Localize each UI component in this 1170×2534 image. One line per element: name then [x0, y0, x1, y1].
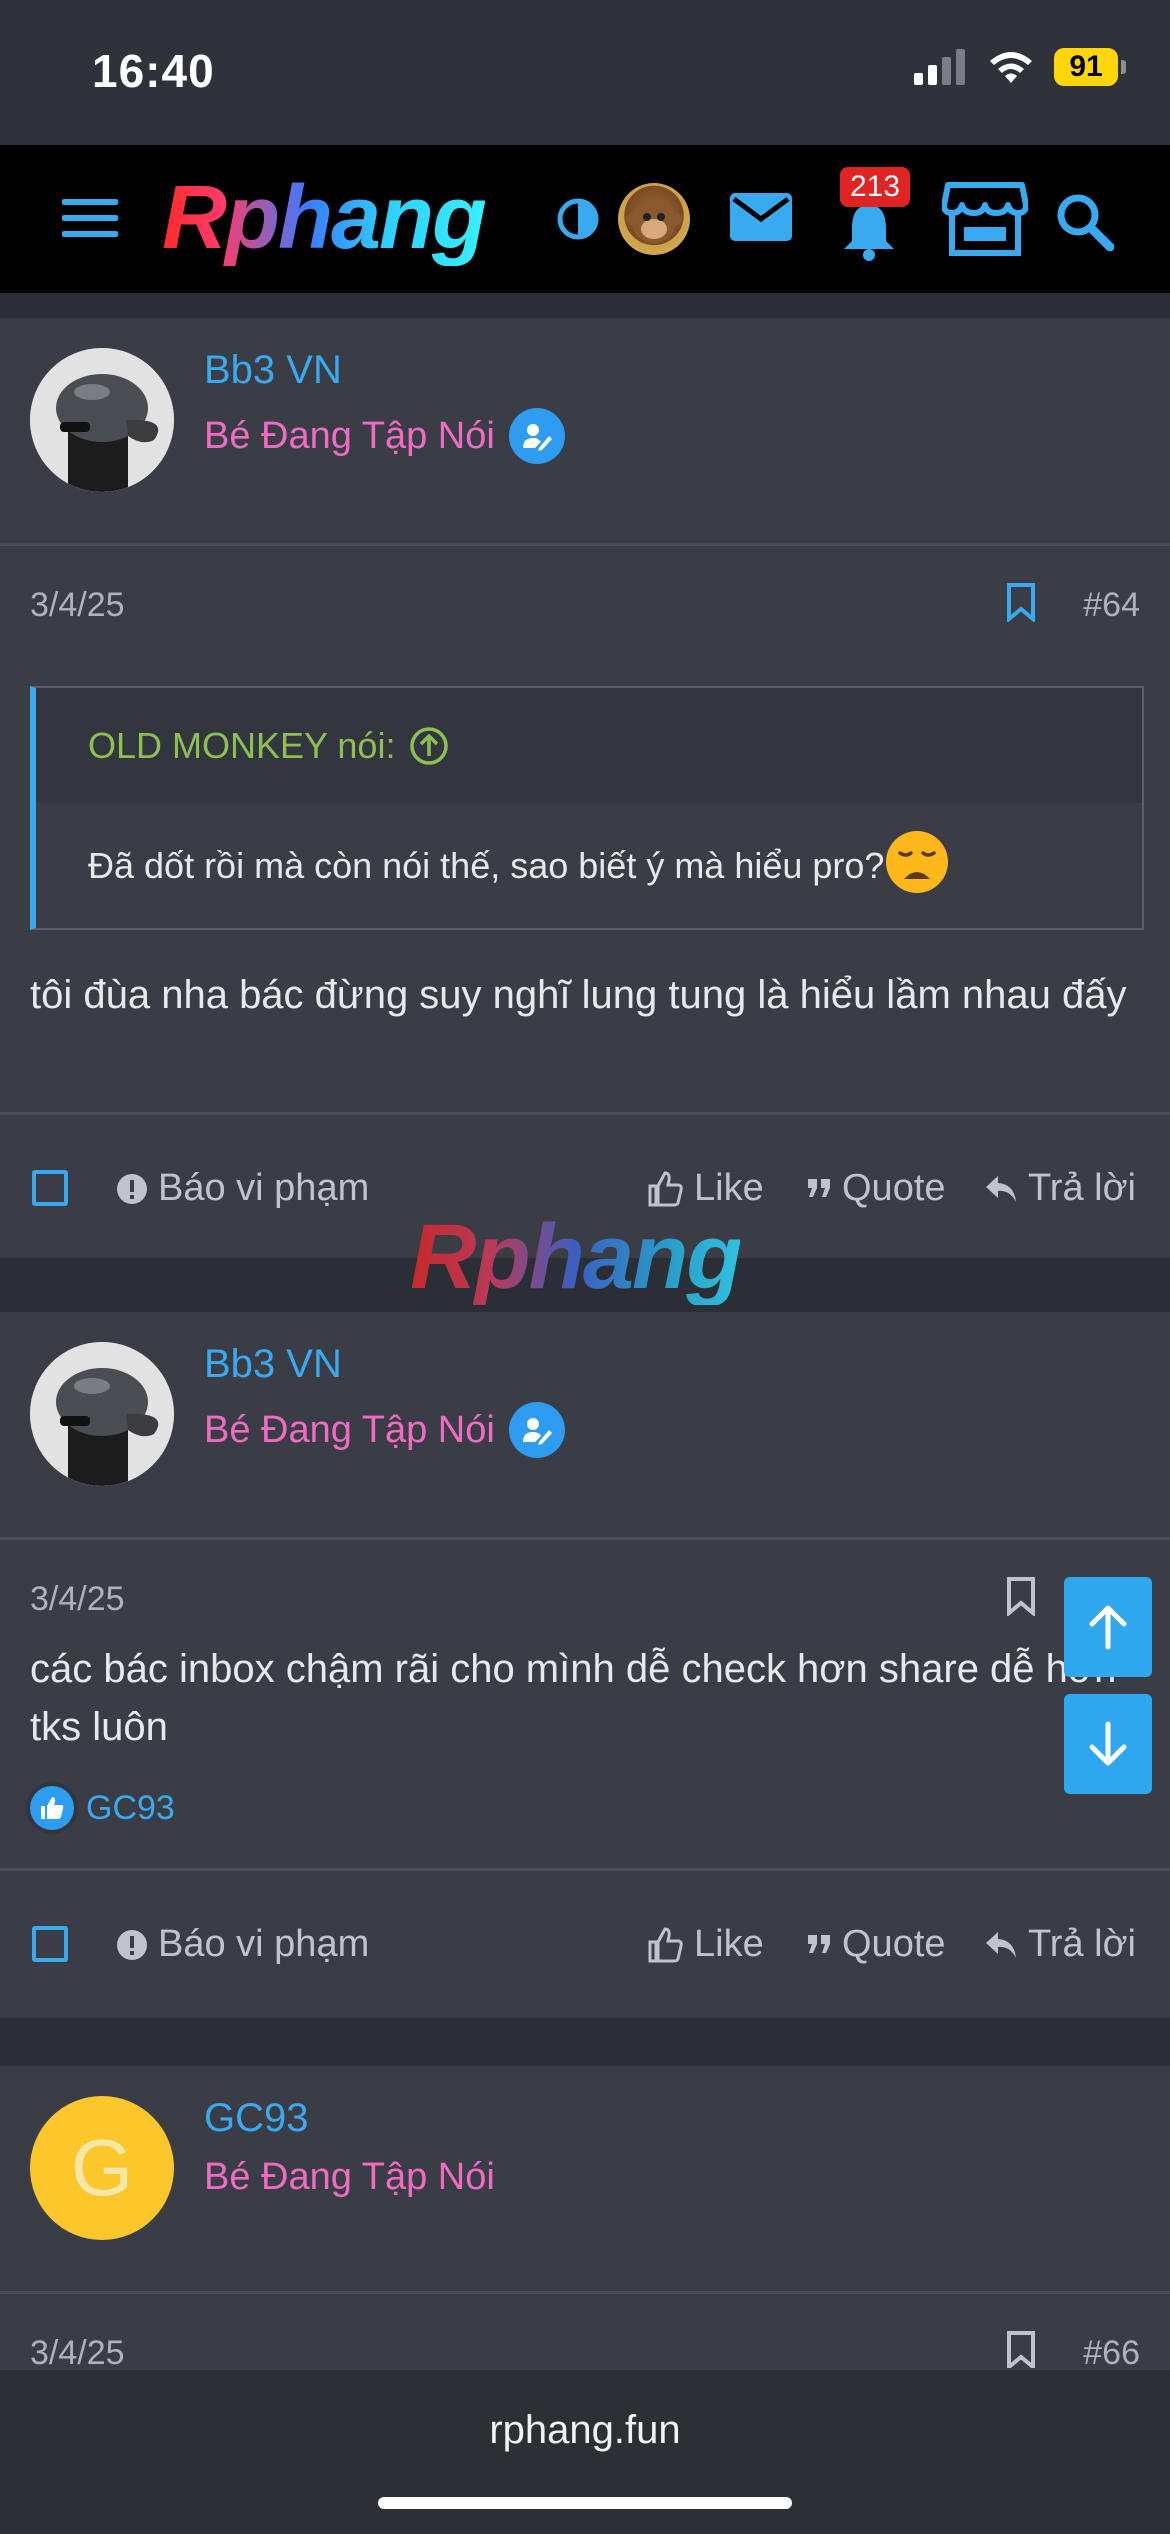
- post-card: Bb3 VN Bé Đang Tập Nói 3/4/25 các bác in…: [0, 1312, 1170, 2018]
- report-button[interactable]: Báo vi phạm: [116, 1923, 369, 1966]
- verified-badge-icon: [508, 1402, 565, 1458]
- quote-label: Quote: [842, 1923, 946, 1965]
- author-title-text: Bé Đang Tập Nói: [204, 1408, 495, 1451]
- reply-button[interactable]: Trả lời: [984, 1923, 1136, 1966]
- arrow-up-circle-icon[interactable]: [409, 726, 449, 766]
- report-button[interactable]: Báo vi phạm: [116, 1167, 369, 1210]
- liked-by-row[interactable]: GC93: [30, 1786, 175, 1830]
- arrow-down-icon: [1089, 1721, 1127, 1766]
- select-checkbox[interactable]: [32, 1170, 68, 1206]
- thumbs-up-icon: [648, 1926, 683, 1962]
- like-label: Like: [694, 1167, 764, 1209]
- post-author-header: Bb3 VN Bé Đang Tập Nói: [0, 1312, 1170, 1540]
- quote-header[interactable]: OLD MONKEY nói:: [36, 688, 1142, 803]
- battery-indicator: 91: [1054, 48, 1126, 86]
- post-date[interactable]: 3/4/25: [30, 1580, 125, 1619]
- alert-icon: [117, 1929, 147, 1960]
- status-icons: 91: [914, 48, 1126, 86]
- author-name[interactable]: Bb3 VN: [204, 348, 342, 393]
- author-title-text: Bé Đang Tập Nói: [204, 414, 495, 457]
- author-title: Bé Đang Tập Nói: [204, 1402, 565, 1458]
- rphang-watermark: Rphang: [410, 1206, 742, 1308]
- scroll-top-button[interactable]: [1064, 1577, 1152, 1677]
- author-avatar[interactable]: [30, 348, 174, 492]
- thumbs-up-icon: [648, 1170, 683, 1206]
- notification-badge: 213: [840, 167, 911, 207]
- quote-icon: [808, 1934, 830, 1953]
- search-icon[interactable]: [1056, 193, 1114, 251]
- cellular-signal-icon: [914, 49, 965, 85]
- post-author-header: G GC93 Bé Đang Tập Nói: [0, 2066, 1170, 2294]
- site-logo[interactable]: Rphang: [162, 171, 487, 266]
- helmet-avatar-icon: [30, 348, 174, 492]
- author-name[interactable]: Bb3 VN: [204, 1342, 342, 1387]
- verified-badge-icon: [508, 408, 565, 464]
- top-navbar: Rphang 213: [0, 145, 1170, 293]
- quote-label: Quote: [842, 1167, 946, 1209]
- avatar-letter: G: [70, 2123, 134, 2212]
- quote-text: Đã dốt rồi mà còn nói thế, sao biết ý mà…: [36, 803, 1142, 928]
- store-icon[interactable]: [942, 181, 1028, 257]
- status-time: 16:40: [92, 45, 215, 97]
- post-card: Bb3 VN Bé Đang Tập Nói 3/4/25 #64 OLD MO…: [0, 318, 1170, 1258]
- author-title: Bé Đang Tập Nói: [204, 408, 565, 464]
- liked-by-user[interactable]: GC93: [86, 1789, 175, 1828]
- bookmark-icon[interactable]: [1006, 2330, 1036, 2370]
- post-meta: 3/4/25 #64: [0, 546, 1170, 636]
- browser-address-bar: rphang.fun: [0, 2368, 1170, 2534]
- like-label: Like: [694, 1923, 764, 1965]
- bookmark-icon[interactable]: [1006, 1576, 1036, 1616]
- theme-toggle-icon[interactable]: [556, 197, 600, 241]
- menu-icon[interactable]: [62, 197, 118, 239]
- author-title-text: Bé Đang Tập Nói: [204, 2156, 495, 2198]
- bell-icon[interactable]: [840, 201, 898, 261]
- user-avatar[interactable]: [618, 183, 690, 255]
- quote-button[interactable]: Quote: [806, 1167, 946, 1210]
- monkey-avatar-icon: [626, 199, 682, 243]
- mail-icon[interactable]: [730, 193, 792, 241]
- author-avatar[interactable]: G: [30, 2096, 174, 2240]
- post-author-header: Bb3 VN Bé Đang Tập Nói: [0, 318, 1170, 546]
- post-date[interactable]: 3/4/25: [30, 586, 125, 625]
- wifi-icon: [990, 52, 1032, 83]
- url-text[interactable]: rphang.fun: [0, 2408, 1170, 2453]
- reply-label: Trả lời: [1028, 1167, 1136, 1209]
- report-label: Báo vi phạm: [158, 1167, 370, 1209]
- bookmark-icon[interactable]: [1006, 582, 1036, 622]
- quote-author: OLD MONKEY nói:: [88, 724, 396, 766]
- reply-icon: [986, 1175, 1016, 1202]
- author-title: Bé Đang Tập Nói: [204, 2156, 495, 2199]
- post-card: G GC93 Bé Đang Tập Nói 3/4/25 #66: [0, 2066, 1170, 2372]
- helmet-avatar-icon: [30, 1342, 174, 1486]
- quote-button[interactable]: Quote: [806, 1923, 946, 1966]
- post-message: các bác inbox chậm rãi cho mình dễ check…: [30, 1647, 1117, 1749]
- quote-icon: [808, 1178, 830, 1197]
- status-bar: 16:40 91: [0, 0, 1170, 145]
- post-message: tôi đùa nha bác đừng suy nghĩ lung tung …: [30, 973, 1127, 1017]
- report-label: Báo vi phạm: [158, 1923, 370, 1965]
- weary-face-emoji-icon: [886, 830, 949, 893]
- author-name[interactable]: GC93: [204, 2096, 309, 2141]
- post-actions: Báo vi phạm Like Quote Trả lời: [0, 1868, 1170, 2021]
- post-meta: 3/4/25: [0, 1540, 1170, 1630]
- like-button[interactable]: Like: [646, 1923, 764, 1966]
- like-reaction-icon: [30, 1786, 74, 1830]
- select-checkbox[interactable]: [32, 1926, 68, 1962]
- reply-button[interactable]: Trả lời: [984, 1167, 1136, 1210]
- reply-label: Trả lời: [1028, 1923, 1136, 1965]
- reply-icon: [986, 1931, 1016, 1958]
- quote-block: OLD MONKEY nói: Đã dốt rồi mà còn nói th…: [30, 686, 1144, 930]
- home-indicator[interactable]: [378, 2497, 792, 2509]
- post-number[interactable]: #64: [1083, 586, 1140, 625]
- arrow-up-icon: [1089, 1605, 1127, 1650]
- alert-icon: [117, 1173, 147, 1204]
- scroll-bottom-button[interactable]: [1064, 1694, 1152, 1794]
- author-avatar[interactable]: [30, 1342, 174, 1486]
- like-button[interactable]: Like: [646, 1167, 764, 1210]
- quote-content: Đã dốt rồi mà còn nói thế, sao biết ý mà…: [88, 844, 885, 886]
